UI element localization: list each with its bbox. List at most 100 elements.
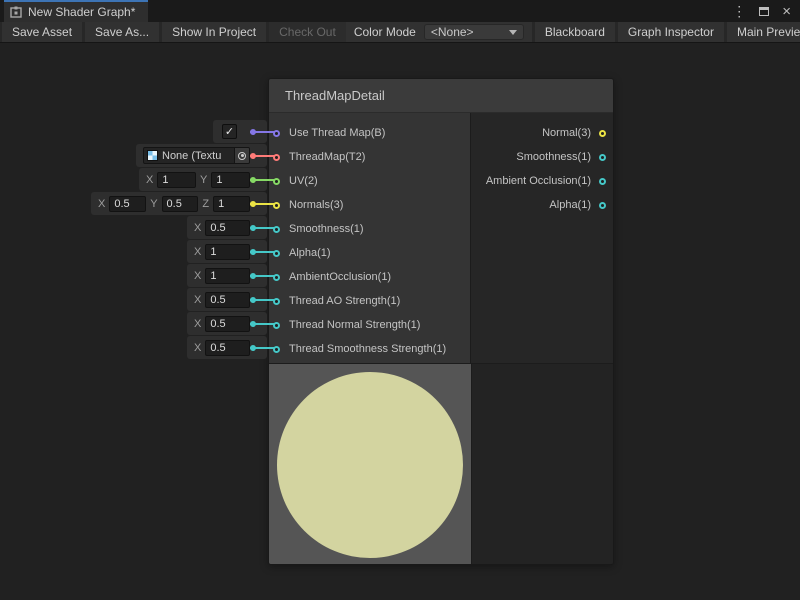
- axis-label: X: [194, 294, 201, 306]
- node-title[interactable]: ThreadMapDetail: [269, 79, 613, 113]
- input-port-label: AmbientOcclusion(1): [289, 271, 391, 283]
- maximize-icon[interactable]: [759, 7, 769, 16]
- input-port-threadmap-t2: ThreadMap(T2): [269, 145, 470, 169]
- input-port-smoothness-1: Smoothness(1): [269, 217, 470, 241]
- menu-icon[interactable]: ⋮: [732, 4, 746, 18]
- color-mode-dropdown[interactable]: <None>: [424, 24, 524, 40]
- toolbar-button-save-as[interactable]: Save As...: [85, 22, 159, 42]
- input-port-label: Thread AO Strength(1): [289, 295, 400, 307]
- vector-field[interactable]: 0.5: [109, 196, 146, 212]
- toolbar-right-group: Color Mode <None> BlackboardGraph Inspec…: [346, 22, 800, 42]
- output-port-label: Smoothness(1): [516, 151, 591, 163]
- input-port-thread-ao-strength-1: Thread AO Strength(1): [269, 289, 470, 313]
- vector-field[interactable]: 1: [211, 172, 250, 188]
- axis-label: X: [194, 270, 201, 282]
- axis-label: X: [194, 246, 201, 258]
- vector-field[interactable]: 0.5: [162, 196, 199, 212]
- node-body: Use Thread Map(B) ThreadMap(T2) UV(2) Norma…: [269, 113, 613, 363]
- output-port-ring[interactable]: [599, 178, 606, 185]
- output-port-ring[interactable]: [599, 202, 606, 209]
- graph-canvas[interactable]: ThreadMapDetail Use Thread Map(B) ThreadM…: [0, 43, 800, 600]
- output-port-label: Normal(3): [542, 127, 591, 139]
- output-ports-column: Normal(3) Smoothness(1) Ambient Occlusion(…: [471, 113, 613, 363]
- input-widget-threadmap-t2: None (Textu: [136, 144, 267, 167]
- node-preview-section: [269, 363, 613, 565]
- output-port-ambient-occlusion-1: Ambient Occlusion(1): [471, 169, 613, 193]
- window-controls: ⋮ ×: [732, 0, 791, 22]
- vector-field[interactable]: 1: [157, 172, 196, 188]
- output-port-alpha-1: Alpha(1): [471, 193, 613, 217]
- vector-field[interactable]: 0.5: [205, 316, 250, 332]
- object-picker-dot: [241, 154, 244, 157]
- color-mode-value: <None>: [431, 25, 474, 39]
- tab-title: New Shader Graph*: [28, 5, 135, 19]
- preview-sphere: [277, 372, 463, 558]
- input-port-ring[interactable]: [273, 298, 280, 305]
- input-port-ring[interactable]: [273, 202, 280, 209]
- toolbar-button-show-in-project[interactable]: Show In Project: [162, 22, 266, 42]
- input-port-ring[interactable]: [273, 154, 280, 161]
- input-port-label: Alpha(1): [289, 247, 331, 259]
- toolbar: Save AssetSave As...Show In ProjectCheck…: [0, 22, 800, 43]
- input-port-ring[interactable]: [273, 226, 280, 233]
- color-mode-label: Color Mode: [354, 25, 416, 39]
- toolbar-button-main-preview[interactable]: Main Preview: [727, 22, 800, 42]
- shader-graph-icon: [10, 6, 22, 18]
- vector-field[interactable]: 1: [205, 244, 250, 260]
- input-port-thread-normal-strength-1: Thread Normal Strength(1): [269, 313, 470, 337]
- output-port-label: Ambient Occlusion(1): [486, 175, 591, 187]
- close-icon[interactable]: ×: [782, 4, 791, 19]
- shader-graph-window: New Shader Graph* ⋮ × Save AssetSave As.…: [0, 0, 800, 600]
- texture-object-field[interactable]: None (Textu: [143, 147, 250, 164]
- texture-icon: [147, 150, 158, 161]
- toolbar-button-graph-inspector[interactable]: Graph Inspector: [618, 22, 724, 42]
- toolbar-button-save-asset[interactable]: Save Asset: [2, 22, 82, 42]
- toolbar-button-blackboard[interactable]: Blackboard: [535, 22, 615, 42]
- node-threadmapdetail[interactable]: ThreadMapDetail Use Thread Map(B) ThreadM…: [268, 78, 614, 565]
- input-port-label: Thread Normal Strength(1): [289, 319, 420, 331]
- input-port-uv-2: UV(2): [269, 169, 470, 193]
- axis-label: Y: [150, 198, 157, 210]
- output-port-ring[interactable]: [599, 130, 606, 137]
- axis-label: X: [146, 174, 153, 186]
- axis-label: Z: [202, 198, 209, 210]
- input-port-label: Thread Smoothness Strength(1): [289, 343, 446, 355]
- checkbox[interactable]: ✓: [222, 124, 237, 139]
- toolbar-left-group: Save AssetSave As...Show In ProjectCheck…: [0, 22, 346, 42]
- color-mode-group: Color Mode <None>: [346, 22, 532, 42]
- input-port-ring[interactable]: [273, 178, 280, 185]
- axis-label: X: [194, 222, 201, 234]
- chevron-down-icon: [509, 30, 517, 35]
- input-port-ring[interactable]: [273, 130, 280, 137]
- input-port-ring[interactable]: [273, 322, 280, 329]
- node-preview-filler: [471, 364, 613, 565]
- vector-field[interactable]: 1: [205, 268, 250, 284]
- output-port-smoothness-1: Smoothness(1): [471, 145, 613, 169]
- object-picker-icon[interactable]: [234, 147, 249, 164]
- input-widget-normals-3: X0.5Y0.5Z1: [91, 192, 267, 215]
- input-port-ring[interactable]: [273, 346, 280, 353]
- object-picker-ring: [238, 152, 246, 160]
- input-port-use-thread-map-b: Use Thread Map(B): [269, 121, 470, 145]
- output-port-label: Alpha(1): [549, 199, 591, 211]
- axis-label: X: [194, 318, 201, 330]
- vector-field[interactable]: 0.5: [205, 292, 250, 308]
- axis-label: X: [194, 342, 201, 354]
- texture-field-value: None (Textu: [162, 150, 234, 162]
- input-port-normals-3: Normals(3): [269, 193, 470, 217]
- tab-new-shader-graph[interactable]: New Shader Graph*: [4, 0, 148, 22]
- input-port-label: UV(2): [289, 175, 318, 187]
- input-port-label: Smoothness(1): [289, 223, 364, 235]
- input-port-ring[interactable]: [273, 274, 280, 281]
- output-port-ring[interactable]: [599, 154, 606, 161]
- input-port-ambientocclusion-1: AmbientOcclusion(1): [269, 265, 470, 289]
- input-port-label: Use Thread Map(B): [289, 127, 385, 139]
- vector-field[interactable]: 1: [213, 196, 250, 212]
- vector-field[interactable]: 0.5: [205, 340, 250, 356]
- axis-label: X: [98, 198, 105, 210]
- vector-field[interactable]: 0.5: [205, 220, 250, 236]
- input-port-thread-smoothness-strength-1: Thread Smoothness Strength(1): [269, 337, 470, 361]
- input-port-ring[interactable]: [273, 250, 280, 257]
- input-ports-column: Use Thread Map(B) ThreadMap(T2) UV(2) Norma…: [269, 113, 471, 363]
- toolbar-button-check-out: Check Out: [269, 22, 346, 42]
